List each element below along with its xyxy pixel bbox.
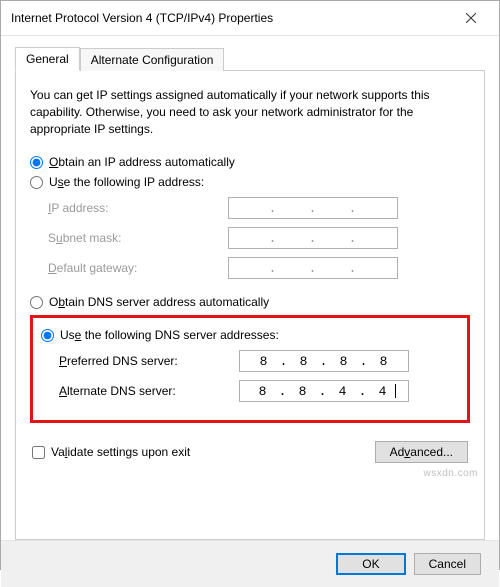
- text-caret: [395, 384, 396, 398]
- subnet-label: Subnet mask:: [48, 231, 228, 245]
- preferred-dns-label: Preferred DNS server:: [59, 354, 239, 368]
- ip-manual-row[interactable]: Use the following IP address:: [30, 175, 470, 189]
- validate-row[interactable]: Validate settings upon exit: [32, 445, 190, 459]
- subnet-input: ...: [228, 227, 398, 249]
- window-title: Internet Protocol Version 4 (TCP/IPv4) P…: [11, 11, 273, 25]
- tab-general[interactable]: General: [15, 47, 80, 71]
- gateway-label: Default gateway:: [48, 261, 228, 275]
- watermark: wsxdn.com: [423, 468, 478, 479]
- content-area: General Alternate Configuration You can …: [1, 36, 499, 540]
- dns-auto-label: Obtain DNS server address automatically: [49, 295, 269, 309]
- ip-address-label: IP address:: [48, 201, 228, 215]
- validate-label: Validate settings upon exit: [51, 445, 190, 459]
- preferred-dns-row: Preferred DNS server: 8. 8. 8. 8: [59, 350, 459, 372]
- preferred-dns-input[interactable]: 8. 8. 8. 8: [239, 350, 409, 372]
- general-panel: You can get IP settings assigned automat…: [15, 70, 485, 540]
- dialog-footer: OK Cancel: [1, 540, 499, 587]
- dns-manual-label: Use the following DNS server addresses:: [60, 328, 279, 342]
- dns-manual-row[interactable]: Use the following DNS server addresses:: [41, 328, 459, 342]
- ip-fields: IP address: ... Subnet mask: ... Default…: [48, 197, 470, 279]
- tab-alternate[interactable]: Alternate Configuration: [80, 48, 225, 71]
- tabstrip: General Alternate Configuration: [15, 46, 485, 70]
- dns-auto-radio[interactable]: [30, 296, 43, 309]
- dns-manual-radio[interactable]: [41, 329, 54, 342]
- cancel-button[interactable]: Cancel: [414, 553, 481, 575]
- dns-fields: Preferred DNS server: 8. 8. 8. 8 Alterna…: [59, 350, 459, 402]
- alternate-dns-label: Alternate DNS server:: [59, 384, 239, 398]
- dialog-window: Internet Protocol Version 4 (TCP/IPv4) P…: [0, 0, 500, 570]
- description-text: You can get IP settings assigned automat…: [30, 87, 470, 137]
- alternate-dns-input[interactable]: 8. 8. 4. 4: [239, 380, 409, 402]
- subnet-row: Subnet mask: ...: [48, 227, 470, 249]
- ip-address-row: IP address: ...: [48, 197, 470, 219]
- ip-manual-label: Use the following IP address:: [49, 175, 204, 189]
- dns-auto-row[interactable]: Obtain DNS server address automatically: [30, 295, 470, 309]
- bottom-row: Validate settings upon exit Advanced...: [30, 441, 470, 463]
- titlebar: Internet Protocol Version 4 (TCP/IPv4) P…: [1, 1, 499, 36]
- ip-manual-radio[interactable]: [30, 176, 43, 189]
- close-button[interactable]: [451, 7, 491, 29]
- close-icon: [466, 13, 476, 23]
- dns-manual-group: Use the following DNS server addresses: …: [30, 315, 470, 423]
- gateway-row: Default gateway: ...: [48, 257, 470, 279]
- ip-auto-label: Obtain an IP address automatically: [49, 155, 235, 169]
- ip-address-input: ...: [228, 197, 398, 219]
- ip-auto-row[interactable]: Obtain an IP address automatically: [30, 155, 470, 169]
- validate-checkbox[interactable]: [32, 446, 45, 459]
- ok-button[interactable]: OK: [336, 553, 405, 575]
- advanced-button[interactable]: Advanced...: [375, 441, 468, 463]
- gateway-input: ...: [228, 257, 398, 279]
- alternate-dns-row: Alternate DNS server: 8. 8. 4. 4: [59, 380, 459, 402]
- ip-auto-radio[interactable]: [30, 156, 43, 169]
